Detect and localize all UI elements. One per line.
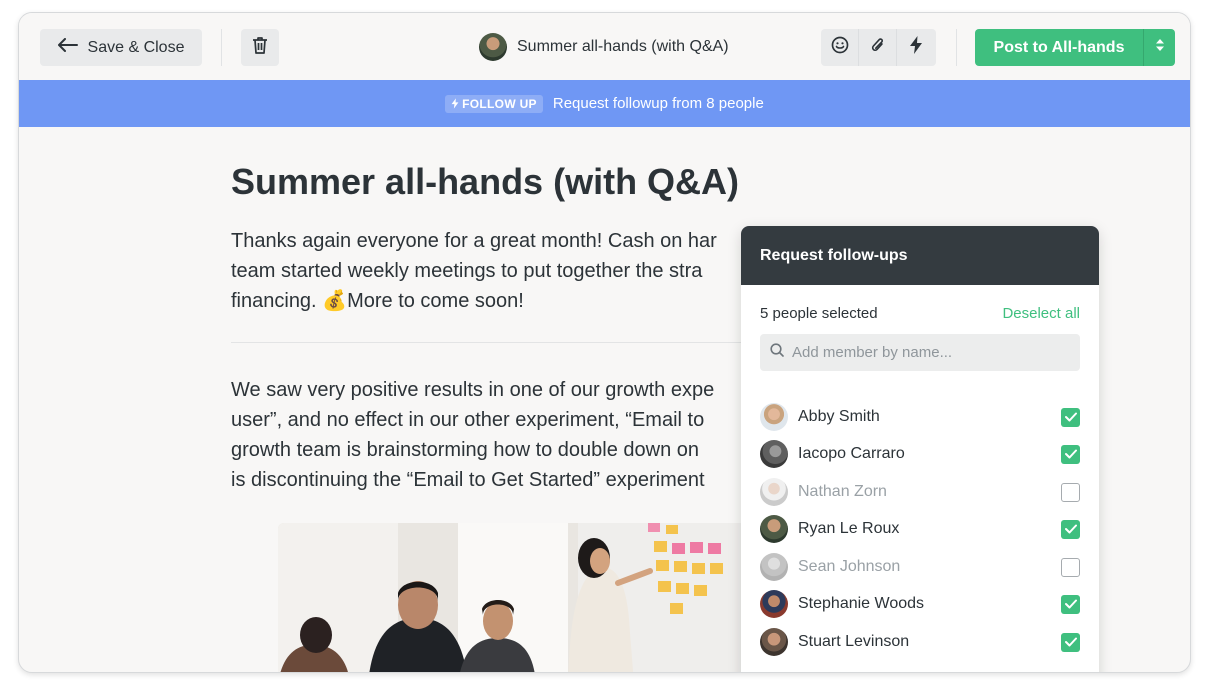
member-row[interactable]: Abby Smith — [760, 402, 1080, 432]
text-line: is discontinuing the “Email to Get Start… — [231, 469, 705, 491]
editor-window: Save & Close Summer all-hands (with Q&A) — [18, 12, 1191, 673]
post-button-group: Post to All-hands — [975, 29, 1175, 66]
checkmark-icon — [1064, 599, 1077, 609]
doc-title-header: Summer all-hands (with Q&A) — [479, 33, 729, 61]
avatar — [760, 590, 788, 618]
checkmark-icon — [1064, 449, 1077, 459]
lightning-icon — [909, 36, 923, 59]
checkmark-icon — [1064, 412, 1077, 422]
member-row[interactable]: Nathan Zorn — [760, 477, 1080, 507]
member-checkbox[interactable] — [1061, 557, 1080, 577]
member-name: Nathan Zorn — [798, 483, 887, 500]
attach-button[interactable] — [859, 29, 897, 66]
delete-button[interactable] — [241, 29, 279, 66]
member-checkbox[interactable] — [1061, 482, 1080, 502]
follow-up-badge-label: FOLLOW UP — [462, 96, 537, 111]
divider — [221, 29, 222, 66]
avatar — [760, 440, 788, 468]
paperclip-icon — [870, 36, 886, 59]
member-name: Iacopo Carraro — [798, 445, 905, 462]
toolbar: Save & Close Summer all-hands (with Q&A) — [19, 13, 1190, 80]
header-title: Summer all-hands (with Q&A) — [517, 38, 729, 55]
avatar — [760, 403, 788, 431]
avatar — [760, 628, 788, 656]
member-row[interactable]: Stuart Levinson — [760, 627, 1080, 657]
avatar — [760, 515, 788, 543]
member-name: Sean Johnson — [798, 558, 901, 575]
member-search — [760, 334, 1080, 371]
selection-summary: 5 people selected Deselect all — [760, 305, 1080, 322]
member-name: Abby Smith — [798, 408, 880, 425]
avatar — [760, 553, 788, 581]
lightning-icon — [451, 98, 459, 109]
selected-count: 5 people selected — [760, 305, 878, 322]
member-name: Stuart Levinson — [798, 633, 910, 650]
sort-caret-icon — [1155, 38, 1165, 57]
member-checkbox[interactable] — [1061, 632, 1080, 652]
paragraph: Thanks again everyone for a great month!… — [231, 226, 751, 316]
member-row[interactable]: Stephanie Woods — [760, 589, 1080, 619]
checkmark-icon — [1064, 524, 1077, 534]
text-line: Thanks again everyone for a great month!… — [231, 230, 717, 252]
member-checkbox[interactable] — [1061, 407, 1080, 427]
page-title: Summer all-hands (with Q&A) — [231, 161, 740, 202]
follow-up-popover: Request follow-ups 5 people selected Des… — [741, 226, 1099, 672]
post-options-button[interactable] — [1143, 29, 1175, 66]
member-row[interactable]: Sean Johnson — [760, 552, 1080, 582]
member-row[interactable]: Ryan Le Roux — [760, 514, 1080, 544]
follow-up-banner-text: Request followup from 8 people — [552, 95, 764, 112]
follow-up-button[interactable] — [897, 29, 935, 66]
member-checkbox[interactable] — [1061, 519, 1080, 539]
arrow-left-icon — [57, 38, 78, 57]
search-icon — [770, 343, 784, 362]
follow-up-badge: FOLLOW UP — [445, 94, 543, 113]
member-checkbox[interactable] — [1061, 444, 1080, 464]
checkmark-icon — [1064, 637, 1077, 647]
text-line: team started weekly meetings to put toge… — [231, 260, 703, 282]
author-avatar — [479, 33, 507, 61]
trash-icon — [252, 36, 268, 59]
text-line: user”, and no effect in our other experi… — [231, 409, 705, 431]
text-line: growth team is brainstorming how to doub… — [231, 439, 700, 461]
member-name: Ryan Le Roux — [798, 520, 900, 537]
divider — [231, 342, 751, 343]
follow-up-banner[interactable]: FOLLOW UP Request followup from 8 people — [19, 80, 1190, 127]
save-close-button[interactable]: Save & Close — [40, 29, 202, 66]
avatar — [760, 478, 788, 506]
text-line: We saw very positive results in one of o… — [231, 379, 715, 401]
text-line: financing. 💰More to come soon! — [231, 290, 524, 312]
team-meeting-photo — [278, 523, 748, 672]
member-checkbox[interactable] — [1061, 594, 1080, 614]
post-button[interactable]: Post to All-hands — [975, 29, 1143, 66]
save-close-label: Save & Close — [87, 38, 185, 56]
member-row[interactable]: Iacopo Carraro — [760, 439, 1080, 469]
search-input[interactable] — [792, 344, 1072, 361]
member-name: Stephanie Woods — [798, 595, 925, 612]
popover-title: Request follow-ups — [741, 226, 1099, 285]
deselect-all-button[interactable]: Deselect all — [1002, 305, 1080, 322]
emoji-icon — [831, 36, 849, 59]
insert-tools — [821, 29, 936, 66]
paragraph: We saw very positive results in one of o… — [231, 375, 751, 495]
divider — [956, 29, 957, 66]
emoji-button[interactable] — [821, 29, 859, 66]
